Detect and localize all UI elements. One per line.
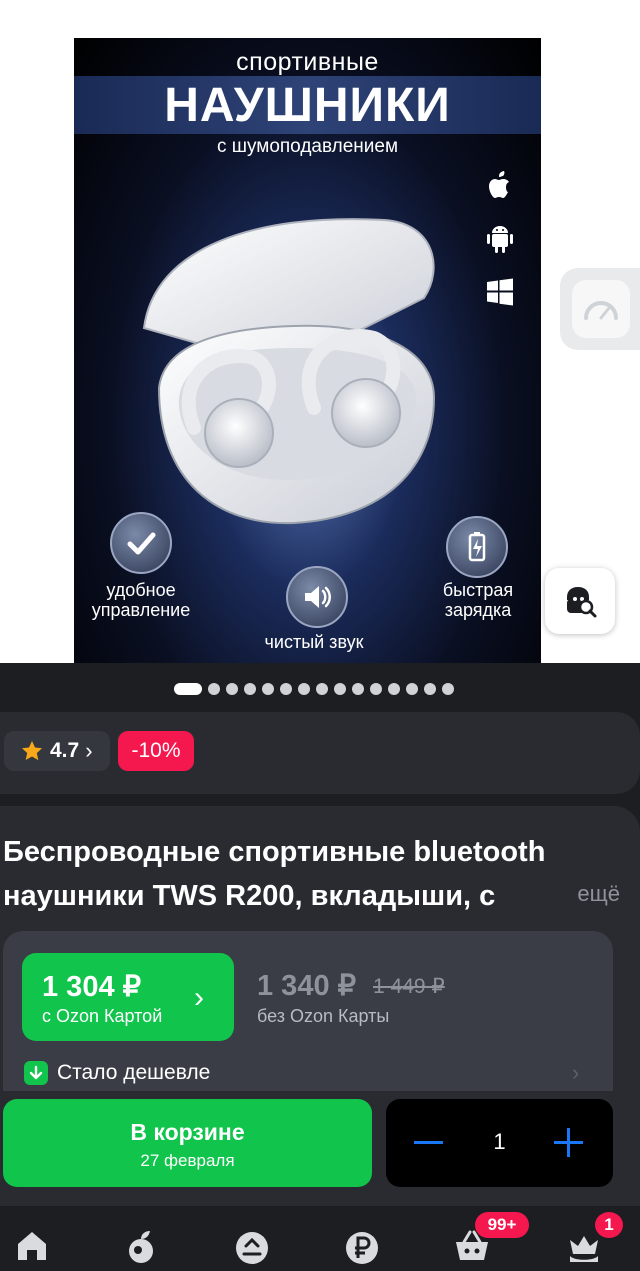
home-icon[interactable]: [12, 1226, 52, 1266]
gallery-dot[interactable]: [280, 683, 292, 695]
gallery-dot[interactable]: [298, 683, 310, 695]
delivery-date: 27 февраля: [140, 1151, 235, 1170]
quantity-stepper: 1: [386, 1099, 613, 1187]
gallery-dot[interactable]: [316, 683, 328, 695]
ozon-card-price-button[interactable]: 1 304 ₽ с Ozon Картой ›: [22, 953, 234, 1041]
gallery-dot[interactable]: [442, 683, 454, 695]
windows-icon: [487, 278, 513, 306]
earbuds-case-image: [142, 218, 436, 525]
gallery-dot[interactable]: [388, 683, 400, 695]
hero-title: НАУШНИКИ: [164, 79, 451, 132]
rating-chip[interactable]: 4.7 ›: [4, 731, 110, 771]
battery-charging-icon: [446, 516, 508, 578]
gallery-dot[interactable]: [370, 683, 382, 695]
cart-button-label: В корзине: [130, 1119, 245, 1145]
ozon-card-price: 1 304 ₽: [42, 971, 142, 1003]
ozon-card-caption: с Ozon Картой: [42, 1006, 163, 1026]
more-link[interactable]: ещё: [540, 876, 626, 912]
image-search-button[interactable]: [545, 568, 615, 634]
star-icon: [22, 741, 42, 761]
speaker-icon: [286, 566, 348, 628]
gallery-dot[interactable]: [424, 683, 436, 695]
android-icon: [487, 226, 513, 253]
speedometer-icon: [572, 280, 630, 338]
gallery-pagination: [0, 683, 640, 699]
price-drop-row[interactable]: Стало дешевле: [24, 1058, 210, 1088]
profile-badge: 1: [595, 1212, 623, 1238]
product-title: Беспроводные спортивные bluetooth наушни…: [3, 836, 546, 912]
cart-count-badge: 99+: [475, 1212, 529, 1238]
finance-icon[interactable]: [342, 1226, 382, 1266]
ozon-icon[interactable]: [232, 1226, 272, 1266]
checkmark-icon: [110, 512, 172, 574]
bottom-navbar: [0, 1206, 640, 1271]
in-cart-button[interactable]: В корзине 27 февраля: [3, 1099, 372, 1187]
chevron-right-icon: ›: [194, 981, 204, 1014]
price-drop-label: Стало дешевле: [57, 1061, 211, 1084]
gallery-dot[interactable]: [208, 683, 220, 695]
arrow-down-icon: [24, 1061, 48, 1085]
image-search-icon: [567, 587, 597, 618]
gallery-dot[interactable]: [262, 683, 274, 695]
old-price: 1 449 ₽: [373, 975, 445, 998]
apple-icon: [489, 171, 509, 198]
fresh-icon[interactable]: [121, 1226, 161, 1266]
gallery-dot[interactable]: [174, 683, 202, 695]
gallery-dot[interactable]: [334, 683, 346, 695]
rating-value: 4.7: [50, 739, 80, 762]
gallery-dot[interactable]: [352, 683, 364, 695]
gallery-dot[interactable]: [406, 683, 418, 695]
regular-price-caption: без Ozon Карты: [257, 1006, 390, 1026]
discount-badge: -10%: [118, 731, 194, 771]
hero-subtitle-top: спортивные: [236, 48, 379, 76]
regular-price: 1 340 ₽: [257, 970, 357, 1002]
hero-subtitle-bottom: с шумоподавлением: [216, 136, 399, 157]
feature-label-control: удобное управление: [91, 580, 191, 620]
side-speed-tab[interactable]: [560, 268, 640, 350]
chevron-right-icon: ›: [85, 738, 93, 763]
feature-label-sound: чистый звук: [264, 632, 364, 652]
gallery-dot[interactable]: [244, 683, 256, 695]
feature-label-charging: быстрая зарядка: [442, 580, 514, 620]
chevron-right-icon: ›: [572, 1060, 580, 1085]
gallery-dot[interactable]: [226, 683, 238, 695]
product-image[interactable]: спортивные НАУШНИКИ с шумоподавлением уд…: [74, 38, 541, 663]
